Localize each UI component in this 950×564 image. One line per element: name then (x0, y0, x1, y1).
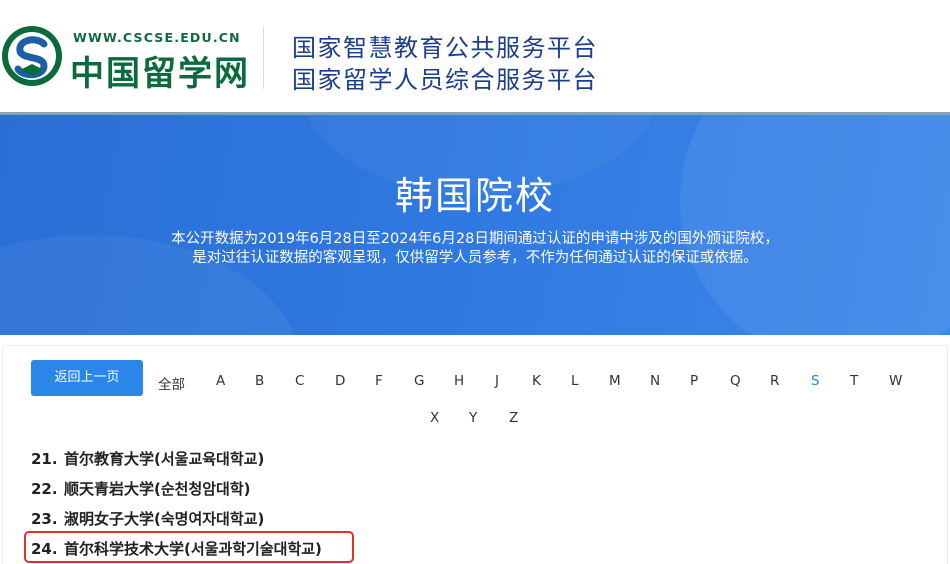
banner-decoration (680, 115, 950, 335)
logo-url-text: WWW.CSCSE.EDU.CN (73, 30, 241, 45)
filter-all[interactable]: 全部 (158, 373, 185, 393)
banner-description-line2: 是对过往认证数据的客观呈现，仅供留学人员参考，不作为任何通过认证的保证或依据。 (192, 250, 758, 266)
site-header: WWW.CSCSE.EDU.CN 中国留学网 国家智慧教育公共服务平台 国家留学… (0, 0, 950, 115)
filter-letter-w[interactable]: W (889, 373, 902, 389)
filter-letter-m[interactable]: M (609, 373, 621, 389)
filter-letter-f[interactable]: F (375, 373, 383, 389)
filter-letter-y[interactable]: Y (469, 410, 477, 426)
filter-letter-j[interactable]: J (495, 373, 499, 389)
filter-letter-d[interactable]: D (335, 373, 345, 389)
filter-letter-k[interactable]: K (532, 373, 541, 389)
hero-banner: 韩国院校 本公开数据为2019年6月28日至2024年6月28日期间通过认证的申… (0, 115, 950, 335)
filter-letter-p[interactable]: P (690, 373, 698, 389)
filter-letter-t[interactable]: T (850, 373, 858, 389)
cscse-logo-icon[interactable] (0, 24, 64, 88)
school-number: 21. (31, 450, 58, 468)
filter-letter-h[interactable]: H (454, 373, 464, 389)
header-divider (263, 27, 264, 89)
back-button[interactable]: 返回上一页 (31, 360, 143, 396)
filter-letter-q[interactable]: Q (730, 373, 741, 389)
school-number: 22. (31, 480, 58, 498)
filter-letter-z[interactable]: Z (509, 410, 518, 426)
banner-description-line1: 本公开数据为2019年6月28日至2024年6月28日期间通过认证的申请中涉及的… (171, 231, 779, 247)
school-list-item[interactable]: 21. 首尔教育大学(서울교육대학교) (31, 448, 264, 469)
school-name: 顺天青岩大学(순천청암대학) (64, 480, 251, 498)
highlight-box (24, 531, 354, 563)
school-list-item[interactable]: 22. 顺天青岩大学(순천청암대학) (31, 478, 251, 499)
school-name: 淑明女子大学(숙명여자대학교) (64, 510, 265, 528)
platform-name-2: 国家留学人员综合服务平台 (292, 66, 598, 94)
filter-letter-b[interactable]: B (255, 373, 264, 389)
page-title: 韩国院校 (394, 174, 555, 218)
filter-letter-r[interactable]: R (770, 373, 779, 389)
school-list-item[interactable]: 23. 淑明女子大学(숙명여자대학교) (31, 508, 264, 529)
filter-letter-s[interactable]: S (811, 373, 820, 389)
filter-letter-x[interactable]: X (430, 410, 439, 426)
filter-letter-c[interactable]: C (295, 373, 304, 389)
filter-letter-a[interactable]: A (216, 373, 225, 389)
filter-letter-n[interactable]: N (650, 373, 660, 389)
platform-name-1: 国家智慧教育公共服务平台 (292, 34, 598, 62)
filter-letter-g[interactable]: G (414, 373, 424, 389)
school-name: 首尔教育大学(서울교육대학교) (64, 450, 265, 468)
logo-title[interactable]: 中国留学网 (70, 46, 250, 95)
filter-letter-l[interactable]: L (571, 373, 579, 389)
school-number: 23. (31, 510, 58, 528)
